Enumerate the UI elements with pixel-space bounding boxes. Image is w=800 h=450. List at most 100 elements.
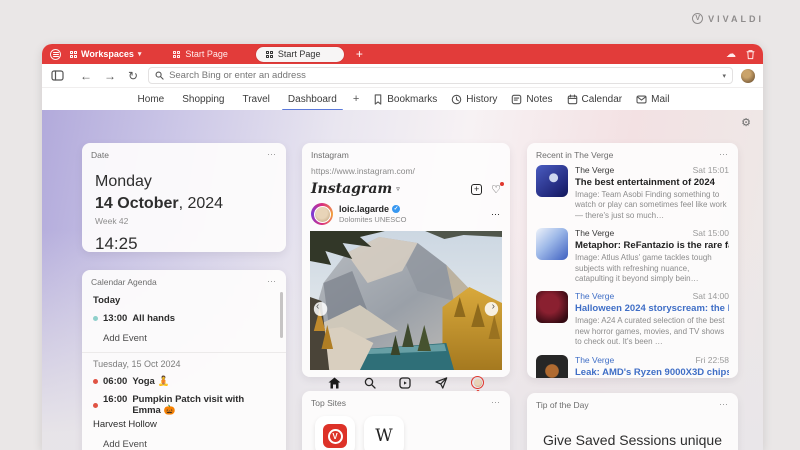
article-thumbnail (536, 354, 568, 378)
reels-icon[interactable] (399, 376, 412, 389)
tip-text: Give Saved Sessions unique (543, 432, 722, 448)
home-icon[interactable] (328, 377, 341, 389)
activity-heart-icon[interactable]: ♡ (491, 181, 504, 196)
forward-icon[interactable]: → (104, 70, 116, 82)
event-time: 13:00 (103, 313, 128, 324)
nav-add-button[interactable]: + (353, 93, 359, 105)
widget-title: Instagram (311, 150, 349, 160)
sync-cloud-icon[interactable]: ☁ (726, 49, 736, 60)
more-menu-icon[interactable]: ⋯ (267, 276, 277, 287)
chevron-down-icon: ▾ (137, 51, 142, 58)
profile-story-icon[interactable] (471, 376, 485, 393)
top-site-vivaldi[interactable]: V (315, 416, 355, 450)
address-bar[interactable]: ▾ (148, 67, 733, 84)
nav-bookmarks[interactable]: Bookmarks (373, 94, 437, 105)
speed-dial-icon (173, 50, 181, 58)
nav-mail[interactable]: Mail (636, 94, 669, 105)
search-icon[interactable] (364, 377, 376, 389)
reload-icon[interactable]: ↻ (128, 70, 138, 82)
date-year: , 2024 (178, 195, 224, 212)
article-title: Metaphor: ReFantazio is the rare fantasy… (575, 240, 729, 252)
back-icon[interactable]: ← (80, 70, 92, 82)
article-title: Halloween 2024 storyscream: the best spo… (575, 303, 729, 315)
add-event-button[interactable]: Add Event (103, 439, 275, 450)
divider (82, 352, 286, 353)
article-thumbnail (536, 228, 568, 261)
carousel-next-icon[interactable]: › (492, 301, 495, 312)
nav-link-home[interactable]: Home (136, 91, 167, 108)
more-menu-icon[interactable]: ⋯ (719, 399, 729, 410)
verified-badge-icon: ✓ (392, 205, 401, 213)
agenda-day-header: Tuesday, 15 Oct 2024 (93, 359, 181, 369)
post-location: Dolomites UNESCO (339, 215, 407, 224)
feed-item[interactable]: The Verge Sat 14:00 Halloween 2024 storys… (527, 286, 738, 349)
more-menu-icon[interactable]: ⋯ (267, 149, 277, 160)
top-site-wikipedia[interactable]: W (364, 416, 404, 450)
nav-calendar[interactable]: Calendar (567, 94, 622, 105)
article-source: The Verge (575, 165, 615, 175)
nav-link-shopping[interactable]: Shopping (180, 91, 226, 108)
nav-link-travel[interactable]: Travel (240, 91, 271, 108)
article-source: The Verge (575, 354, 615, 365)
share-plane-icon[interactable] (435, 376, 448, 389)
chevron-down-icon[interactable]: ▿ (396, 185, 400, 193)
profile-avatar[interactable] (741, 68, 755, 83)
article-description: Image: A24 A curated selection of the be… (575, 316, 725, 347)
article-time: Sat 15:01 (692, 165, 729, 175)
post-author-username[interactable]: loic.lagarde ✓ (339, 204, 407, 214)
mail-icon (636, 95, 647, 103)
calendar-agenda-widget: Calendar Agenda ⋯ Today 13:00 All hands … (82, 270, 286, 450)
workspaces-button[interactable]: Workspaces ▾ (70, 49, 141, 59)
instagram-bottom-nav (302, 370, 510, 393)
vivaldi-brand-text: VIVALDI (708, 13, 764, 24)
date-week-number: Week 42 (95, 216, 129, 226)
article-title: The best entertainment of 2024 (575, 177, 715, 188)
agenda-event[interactable]: 13:00 All hands (93, 313, 275, 324)
nav-link-dashboard[interactable]: Dashboard (281, 91, 343, 111)
address-input[interactable] (169, 70, 718, 81)
clock-time: 14:25 (95, 234, 138, 253)
nav-history[interactable]: History (451, 94, 497, 105)
post-photo: ‹ › (310, 231, 502, 370)
feed-item[interactable]: The Verge Fri 22:58 Leak: AMD's Ryzen 900… (527, 350, 738, 378)
carousel-prev-icon[interactable]: ‹ (316, 301, 319, 312)
address-dropdown-icon[interactable]: ▾ (722, 72, 726, 80)
article-time: Fri 22:58 (695, 354, 729, 365)
agenda-day-header: Today (93, 295, 121, 306)
agenda-event[interactable]: 16:00 Pumpkin Patch visit with Emma 🎃 (93, 394, 275, 416)
agenda-scrollbar[interactable] (280, 292, 283, 338)
feed-item[interactable]: The Verge Sat 15:00 Metaphor: ReFantazio … (527, 223, 738, 286)
add-event-button[interactable]: Add Event (103, 333, 275, 344)
instagram-url[interactable]: https://www.instagram.com/ (302, 160, 510, 176)
main-toolbar: ← → ↻ ▾ (42, 64, 763, 88)
article-thumbnail (536, 165, 568, 197)
article-source: The Verge (575, 228, 615, 239)
bookmark-icon (374, 93, 382, 105)
more-menu-icon[interactable]: ⋯ (719, 149, 729, 160)
event-time: 06:00 (103, 376, 128, 387)
panel-toggle-icon[interactable] (51, 70, 64, 81)
agenda-event[interactable]: 06:00 Yoga 🧘 (93, 376, 275, 387)
vivaldi-wordmark: V VIVALDI (692, 13, 764, 24)
tip-of-the-day-widget: Tip of the Day ⋯ Give Saved Sessions uni… (527, 393, 738, 450)
vivaldi-logo-icon: V (692, 13, 704, 24)
workspaces-label: Workspaces (81, 49, 134, 59)
tab-bar: Workspaces ▾ Start Page Start Page + ☁ (42, 44, 763, 64)
trash-icon[interactable] (746, 49, 755, 60)
post-more-menu-icon[interactable]: ⋯ (491, 209, 501, 220)
event-name: Yoga 🧘 (132, 376, 170, 387)
dashboard-settings-gear-icon[interactable]: ⚙ (741, 116, 751, 129)
tab-start-page-active[interactable]: Start Page (255, 46, 344, 62)
new-tab-button[interactable]: + (356, 47, 363, 61)
tab-start-page-inactive[interactable]: Start Page (163, 47, 238, 62)
instagram-logo[interactable]: Instagram (311, 181, 392, 197)
more-menu-icon[interactable]: ⋯ (491, 397, 501, 408)
feed-item[interactable]: The Verge Sat 15:01 The best entertainmen… (527, 160, 738, 223)
new-post-icon[interactable]: + (471, 183, 483, 195)
vivaldi-menu-icon[interactable] (50, 48, 61, 60)
workspaces-icon (70, 50, 77, 58)
widget-title: Date (91, 149, 109, 160)
nav-notes[interactable]: Notes (511, 94, 553, 105)
article-thumbnail (536, 291, 568, 324)
post-author-avatar[interactable] (311, 203, 333, 225)
